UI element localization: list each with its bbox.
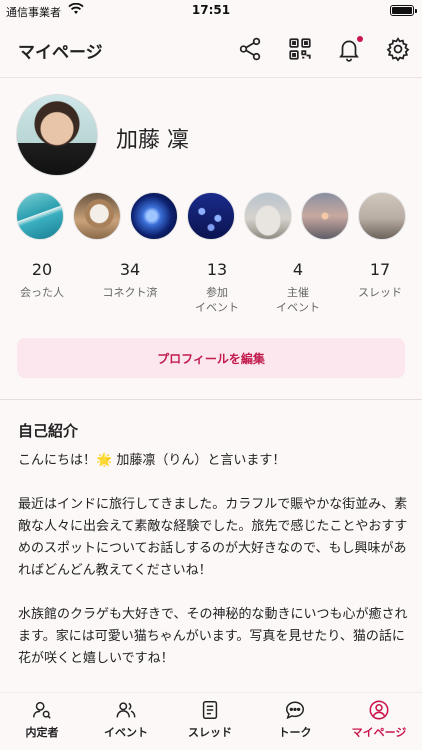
stat-label: 主催 イベント	[276, 286, 320, 314]
stat-value: 13	[206, 260, 228, 279]
photo-jellyfish-2[interactable]	[187, 192, 235, 240]
tab-label: マイページ	[351, 726, 407, 739]
qr-code-button[interactable]	[285, 34, 315, 64]
about-paragraph: こんにちは！🌟 加藤凛（りん）と言います！	[18, 453, 286, 468]
photo-jellyfish[interactable]	[130, 192, 178, 240]
avatar[interactable]	[16, 94, 98, 176]
gear-icon	[386, 37, 410, 62]
divider	[0, 399, 422, 400]
stat-label: コネクト済	[102, 286, 158, 299]
settings-button[interactable]	[383, 34, 413, 64]
stat-threads[interactable]: 17 スレッド	[344, 260, 416, 300]
about-paragraph: 水族館のクラゲも大好きで、その神秘的な動きにいつも心が癒されます。家には可愛い猫…	[18, 607, 408, 666]
profile-icon	[369, 700, 389, 720]
stat-value: 34	[119, 260, 141, 279]
tab-label: イベント	[104, 726, 148, 739]
battery-icon	[390, 5, 417, 16]
notifications-button[interactable]	[334, 34, 364, 64]
stat-label: 参加 イベント	[195, 286, 239, 314]
user-name: 加藤 凜	[116, 128, 189, 153]
people-icon	[116, 702, 136, 718]
chat-bubble-icon	[286, 701, 304, 720]
page-title: マイページ	[18, 43, 103, 63]
share-icon	[239, 37, 261, 61]
tab-candidates[interactable]: 内定者	[0, 699, 84, 740]
tab-label: 内定者	[25, 726, 59, 739]
stats-row: 20 会った人 34 コネクト済 13 参加 イベント 4 主催 イベント 17…	[0, 260, 422, 320]
stat-value: 17	[369, 260, 391, 279]
photo-river[interactable]	[358, 192, 406, 240]
tab-threads[interactable]: スレッド	[168, 699, 252, 740]
stat-connected[interactable]: 34 コネクト済	[94, 260, 166, 300]
tab-my-page[interactable]: マイページ	[337, 699, 421, 740]
app-header: マイページ	[0, 22, 422, 78]
document-icon	[202, 701, 218, 719]
about-paragraph: 最近はインドに旅行してきました。カラフルで賑やかな街並み、素敵な人々に出会えて素…	[18, 497, 408, 578]
clock: 17:51	[191, 3, 231, 17]
stat-hosted-events[interactable]: 4 主催 イベント	[262, 260, 334, 315]
stat-value: 20	[31, 260, 53, 279]
edit-profile-button[interactable]: プロフィールを編集	[17, 338, 405, 378]
photo-cat[interactable]	[73, 192, 121, 240]
tab-label: スレッド	[188, 726, 232, 739]
stat-label: スレッド	[358, 286, 402, 299]
photo-gallery	[16, 192, 422, 240]
status-bar: 通信事業者 17:51	[0, 0, 422, 22]
notification-badge	[357, 36, 363, 42]
photo-beach[interactable]	[16, 192, 64, 240]
qr-code-icon	[289, 38, 311, 60]
photo-sunset[interactable]	[301, 192, 349, 240]
tab-label: トーク	[278, 726, 312, 739]
share-button[interactable]	[235, 34, 265, 64]
stat-label: 会った人	[20, 286, 64, 299]
about-title: 自己紹介	[18, 422, 79, 440]
stat-met-people[interactable]: 20 会った人	[6, 260, 78, 300]
tab-talk[interactable]: トーク	[253, 699, 337, 740]
person-search-icon	[33, 701, 51, 719]
stat-value: 4	[292, 260, 304, 279]
tab-events[interactable]: イベント	[84, 699, 168, 740]
about-body: こんにちは！🌟 加藤凛（りん）と言います！ 最近はインドに旅行してきました。カラ…	[18, 450, 408, 692]
tab-bar: 内定者 イベント スレッド トーク マイページ	[0, 692, 422, 750]
photo-taj-mahal[interactable]	[244, 192, 292, 240]
stat-joined-events[interactable]: 13 参加 イベント	[181, 260, 253, 315]
